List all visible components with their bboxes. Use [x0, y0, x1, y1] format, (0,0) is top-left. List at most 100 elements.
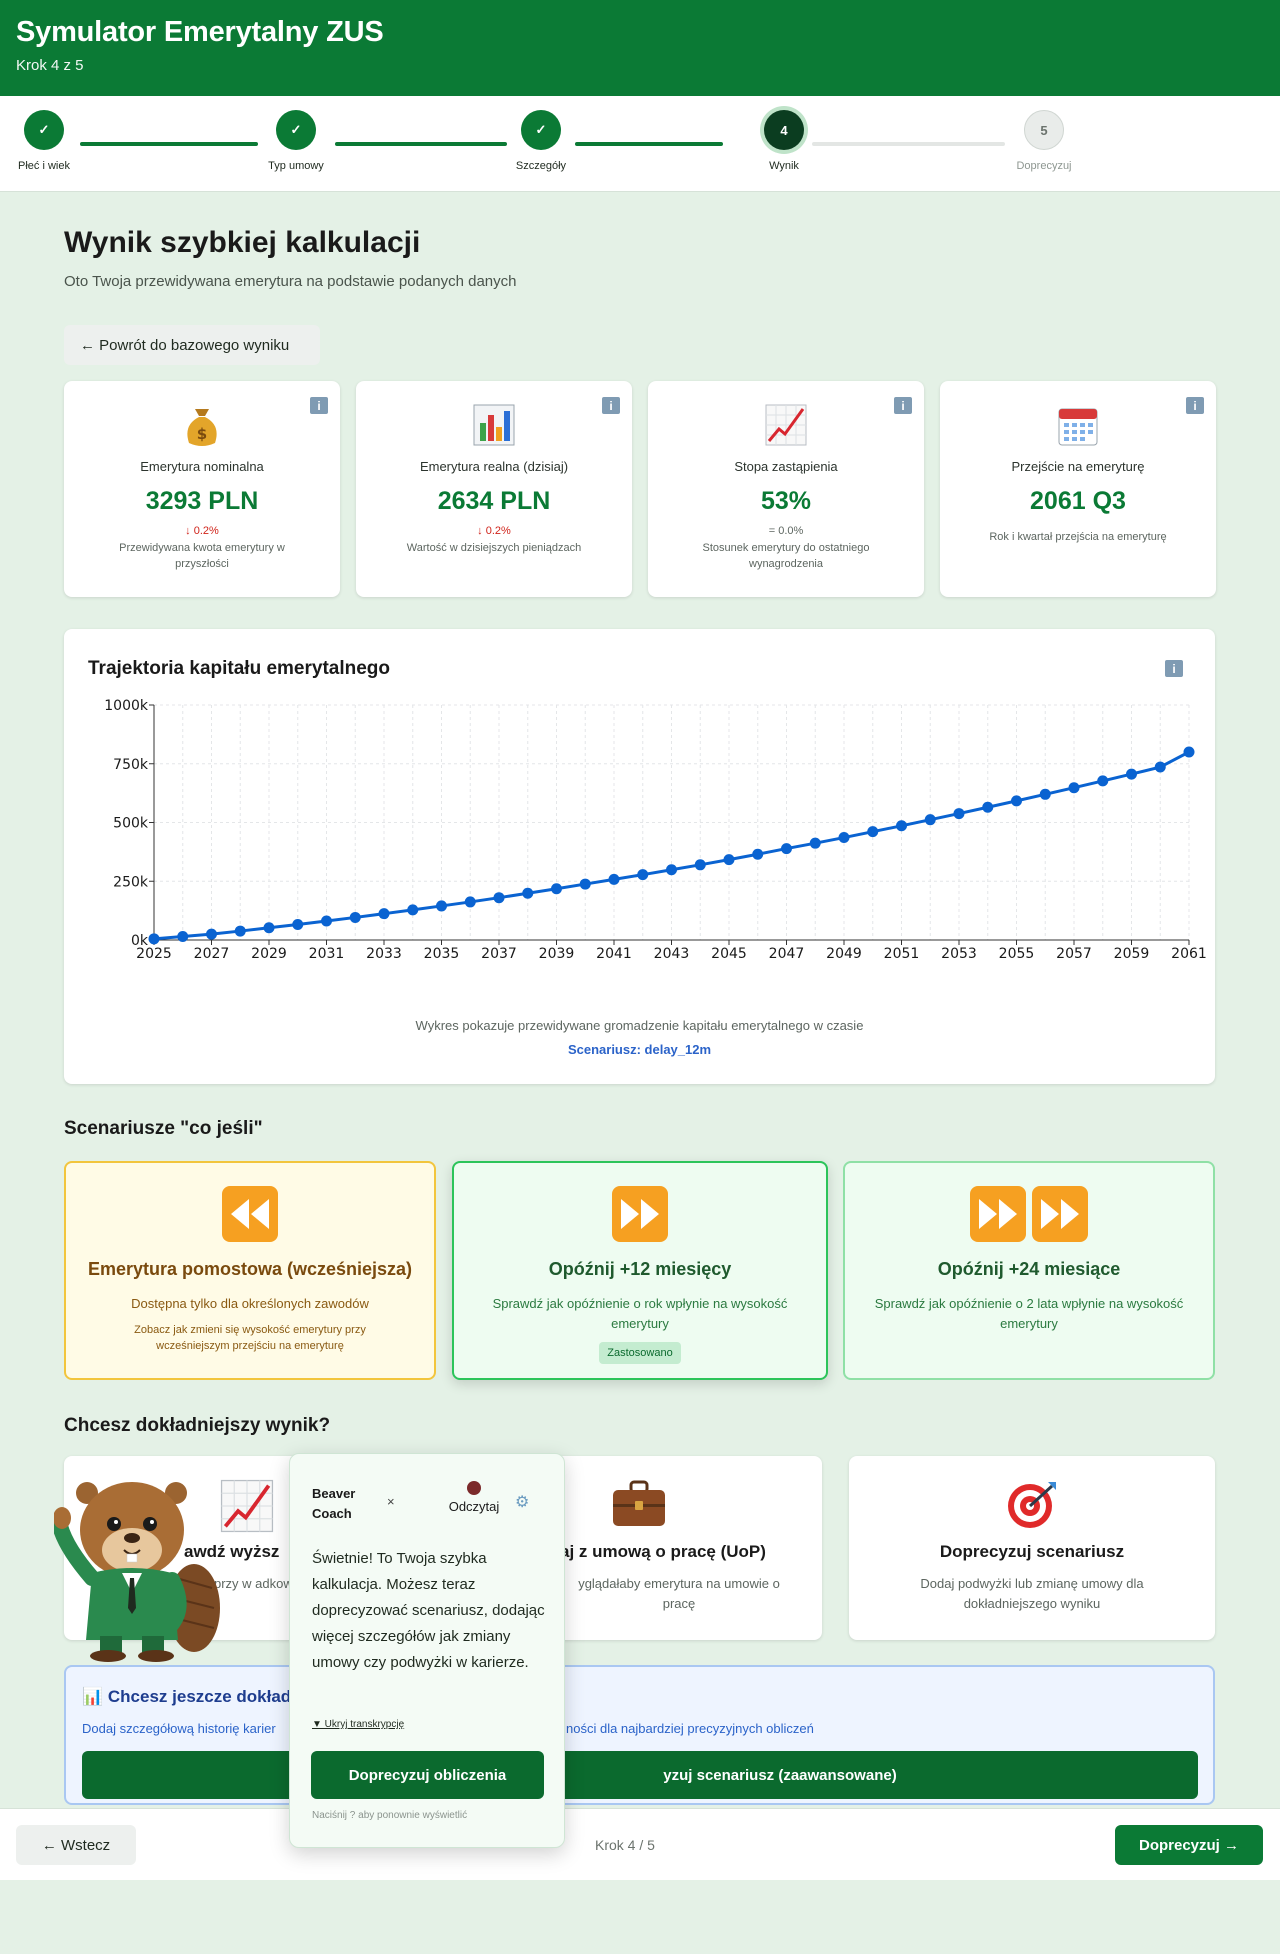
step-label: Płeć i wiek: [18, 160, 70, 172]
back-to-base-button[interactable]: ← Powrót do bazowego wyniku: [64, 325, 320, 365]
x-tick-label: 2051: [884, 946, 920, 962]
data-point: [1126, 768, 1137, 780]
gear-icon[interactable]: ⚙: [515, 1492, 529, 1512]
metric-card-replacement: i Stopa zastąpienia 53% = 0.0% Stosunek …: [648, 381, 924, 597]
y-tick-label: 750k: [113, 757, 149, 773]
y-tick-label: 1000k: [104, 698, 149, 714]
x-tick-label: 2041: [596, 946, 632, 962]
step-connector: [575, 142, 723, 146]
data-point: [924, 814, 936, 826]
accuracy-card-scenario[interactable]: Doprecyzuj scenariusz Dodaj podwyżki lub…: [849, 1456, 1215, 1640]
money-bag-icon: $: [64, 403, 340, 447]
metric-description: Stosunek emerytury do ostatniego wynagro…: [702, 542, 870, 570]
metric-value: 2061 Q3: [1030, 487, 1126, 515]
data-point: [493, 892, 505, 904]
y-tick-label: 500k: [113, 816, 149, 832]
data-point: [522, 887, 534, 899]
data-point: [206, 928, 217, 940]
x-tick-label: 2037: [481, 946, 517, 962]
next-button[interactable]: Doprecyzuj →: [1115, 1825, 1263, 1865]
x-tick-label: 2031: [309, 946, 345, 962]
accuracy-description: Dodaj podwyżki lub zmianę umowy dla dokł…: [920, 1576, 1144, 1611]
progress-stepper: ✓ Płeć i wiek ✓ Typ umowy ✓ Szczegóły 4 …: [0, 96, 1280, 192]
advanced-description: Dodaj szczegółową historię karier: [82, 1721, 276, 1736]
data-point: [378, 908, 390, 920]
scenario-delay-12[interactable]: Opóźnij +12 miesięcy Sprawdź jak opóźnie…: [452, 1161, 828, 1380]
advanced-title: 📊 Chcesz jeszcze dokład: [82, 1687, 292, 1706]
x-tick-label: 2049: [826, 946, 862, 962]
step-5[interactable]: 5 Doprecyzuj: [999, 110, 1089, 172]
info-icon[interactable]: i: [894, 397, 912, 414]
x-tick-label: 2035: [424, 946, 460, 962]
info-icon[interactable]: i: [1186, 397, 1204, 414]
scenario-delay-24[interactable]: Opóźnij +24 miesiące Sprawdź jak opóźnie…: [843, 1161, 1215, 1380]
page-title: Wynik szybkiej kalkulacji: [64, 226, 421, 259]
data-point: [809, 837, 821, 849]
y-tick-label: 250k: [113, 874, 149, 890]
chart-title: Trajektoria kapitału emerytalnego: [88, 658, 391, 679]
x-tick-label: 2029: [251, 946, 287, 962]
close-icon[interactable]: ×: [387, 1494, 395, 1509]
step-label: Szczegóły: [515, 160, 567, 172]
read-aloud-label: Odczytaj: [448, 1499, 500, 1514]
step-3[interactable]: ✓ Szczegóły: [496, 110, 586, 172]
metric-description: Rok i kwartał przejścia na emeryturę: [989, 531, 1167, 543]
x-tick-label: 2045: [711, 946, 747, 962]
x-tick-label: 2055: [999, 946, 1035, 962]
refine-calculation-button[interactable]: Doprecyzuj obliczenia: [311, 1751, 544, 1799]
x-tick-label: 2059: [1114, 946, 1150, 962]
advanced-scenario-button[interactable]: yzuj scenariusz (zaawansowane): [82, 1751, 1198, 1799]
info-icon[interactable]: i: [1165, 660, 1183, 677]
data-point: [464, 896, 476, 908]
svg-text:$: $: [197, 425, 207, 443]
beaver-mascot-icon[interactable]: [54, 1468, 234, 1664]
data-point: [752, 848, 764, 860]
scenarios-heading: Scenariusze "co jeśli": [64, 1118, 263, 1139]
app-header: Symulator Emerytalny ZUS Krok 4 z 5: [0, 0, 1280, 96]
footer-step-indicator: Krok 4 / 5: [595, 1837, 655, 1853]
info-icon[interactable]: i: [602, 397, 620, 414]
step-connector: [812, 142, 1005, 146]
calendar-icon: [940, 403, 1216, 447]
data-point: [982, 801, 994, 813]
data-point: [896, 820, 907, 832]
coach-name: Beaver Coach: [312, 1484, 355, 1524]
target-icon: [849, 1478, 1215, 1530]
applied-badge: Zastosowano: [599, 1342, 681, 1364]
data-point: [1097, 775, 1109, 787]
data-point: [321, 915, 332, 927]
beaver-coach-popup: Beaver Coach × Odczytaj ⚙ Świetnie! To T…: [289, 1453, 565, 1848]
scenario-description: Dostępna tylko dla określonych zawodów: [131, 1296, 369, 1311]
step-1[interactable]: ✓ Płeć i wiek: [0, 110, 89, 172]
x-tick-label: 2043: [654, 946, 690, 962]
read-aloud-button[interactable]: Odczytaj: [434, 1481, 514, 1514]
data-point: [666, 864, 677, 876]
fast-forward-icon: [454, 1185, 826, 1243]
step-2[interactable]: ✓ Typ umowy: [251, 110, 341, 172]
metric-label: Stopa zastąpienia: [734, 459, 838, 474]
chart-scenario-label: Scenariusz: delay_12m: [567, 1042, 712, 1057]
x-tick-label: 2027: [194, 946, 230, 962]
data-point: [694, 859, 706, 871]
x-tick-label: 2061: [1171, 946, 1207, 962]
check-icon: ✓: [521, 110, 561, 150]
scenario-description: Sprawdź jak opóźnienie o 2 lata wpłynie …: [874, 1296, 1184, 1331]
data-point: [953, 808, 965, 820]
metric-card-retirement-date: i Przejście na emeryturę 2061 Q3 Rok i k…: [940, 381, 1216, 597]
coach-hint: Naciśnij ? aby ponownie wyświetlić: [312, 1810, 468, 1821]
scenario-early-retirement[interactable]: Emerytura pomostowa (wcześniejsza) Dostę…: [64, 1161, 436, 1380]
data-point: [867, 826, 879, 838]
capital-trajectory-card: Trajektoria kapitału emerytalnego i 0k 25…: [64, 629, 1215, 1084]
metric-delta: ↓ 0.2%: [185, 525, 219, 537]
data-point: [1039, 788, 1051, 800]
scenario-title: Emerytura pomostowa (wcześniejsza): [87, 1259, 413, 1279]
accuracy-heading: Chcesz dokładniejszy wynik?: [64, 1415, 331, 1436]
hide-transcript-link[interactable]: ▼ Ukryj transkrypcję: [312, 1719, 404, 1730]
rewind-icon: [66, 1185, 434, 1243]
step-4[interactable]: 4 Wynik: [739, 110, 829, 172]
back-button[interactable]: ← Wstecz: [16, 1825, 136, 1865]
data-point: [177, 930, 189, 942]
data-point: [1154, 761, 1166, 773]
step-number: 5: [1024, 110, 1064, 150]
info-icon[interactable]: i: [310, 397, 328, 414]
